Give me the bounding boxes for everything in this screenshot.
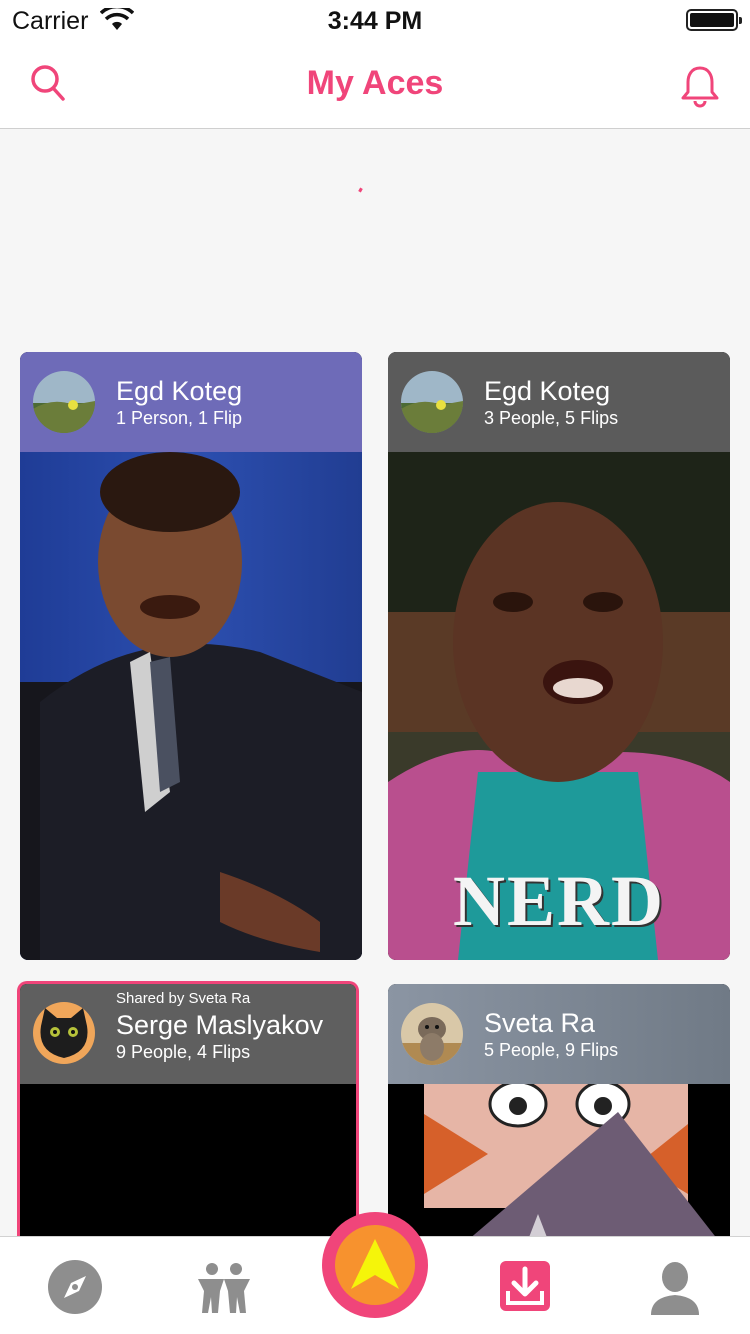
status-bar: Carrier 3:44 PM bbox=[0, 0, 750, 40]
loading-indicator bbox=[358, 187, 363, 193]
gif-preview bbox=[388, 1084, 730, 1240]
avatar bbox=[33, 1002, 95, 1064]
card-header: Egd Koteg 3 People, 5 Flips bbox=[388, 352, 730, 452]
ace-card[interactable]: Sveta Ra 5 People, 9 Flips bbox=[388, 984, 730, 1240]
shared-by-label: Shared by Sveta Ra bbox=[116, 990, 251, 1007]
card-header: Egd Koteg 1 Person, 1 Flip bbox=[20, 352, 362, 452]
avatar bbox=[401, 371, 463, 433]
nav-bar: My Aces bbox=[0, 40, 750, 129]
card-stats: 5 People, 9 Flips bbox=[484, 1040, 619, 1060]
card-owner-name: Egd Koteg bbox=[484, 376, 611, 406]
card-stats: 9 People, 4 Flips bbox=[116, 1042, 251, 1062]
gif-preview bbox=[20, 452, 362, 960]
avatar bbox=[33, 371, 95, 433]
ace-card-shared[interactable]: Shared by Sveta Ra Serge Maslyakov 9 Peo… bbox=[17, 981, 359, 1241]
ace-card[interactable]: Egd Koteg 1 Person, 1 Flip bbox=[20, 352, 362, 960]
card-stats: 1 Person, 1 Flip bbox=[116, 408, 243, 428]
compass-icon[interactable] bbox=[45, 1257, 105, 1317]
card-owner-name: Serge Maslyakov bbox=[116, 1010, 324, 1040]
ace-card[interactable]: NERD Egd Koteg 3 People, 5 Flips bbox=[388, 352, 730, 960]
gif-caption: NERD bbox=[452, 861, 665, 941]
people-icon[interactable] bbox=[194, 1257, 254, 1317]
card-owner-name: Sveta Ra bbox=[484, 1008, 596, 1038]
create-ace-button[interactable] bbox=[322, 1212, 428, 1318]
ace-arrow-icon bbox=[351, 1239, 399, 1289]
battery-icon bbox=[686, 9, 742, 31]
avatar bbox=[401, 1003, 463, 1065]
gif-preview: NERD bbox=[388, 452, 730, 960]
gif-preview bbox=[20, 1084, 356, 1241]
profile-icon[interactable] bbox=[645, 1257, 705, 1317]
page-title: My Aces bbox=[306, 64, 444, 102]
card-header: Shared by Sveta Ra Serge Maslyakov 9 Peo… bbox=[20, 984, 356, 1084]
inbox-download-icon[interactable] bbox=[500, 1261, 550, 1311]
status-time: 3:44 PM bbox=[327, 7, 423, 35]
card-owner-name: Egd Koteg bbox=[116, 376, 243, 406]
card-header: Sveta Ra 5 People, 9 Flips bbox=[388, 984, 730, 1084]
card-stats: 3 People, 5 Flips bbox=[484, 408, 619, 428]
bell-icon[interactable] bbox=[680, 64, 720, 108]
